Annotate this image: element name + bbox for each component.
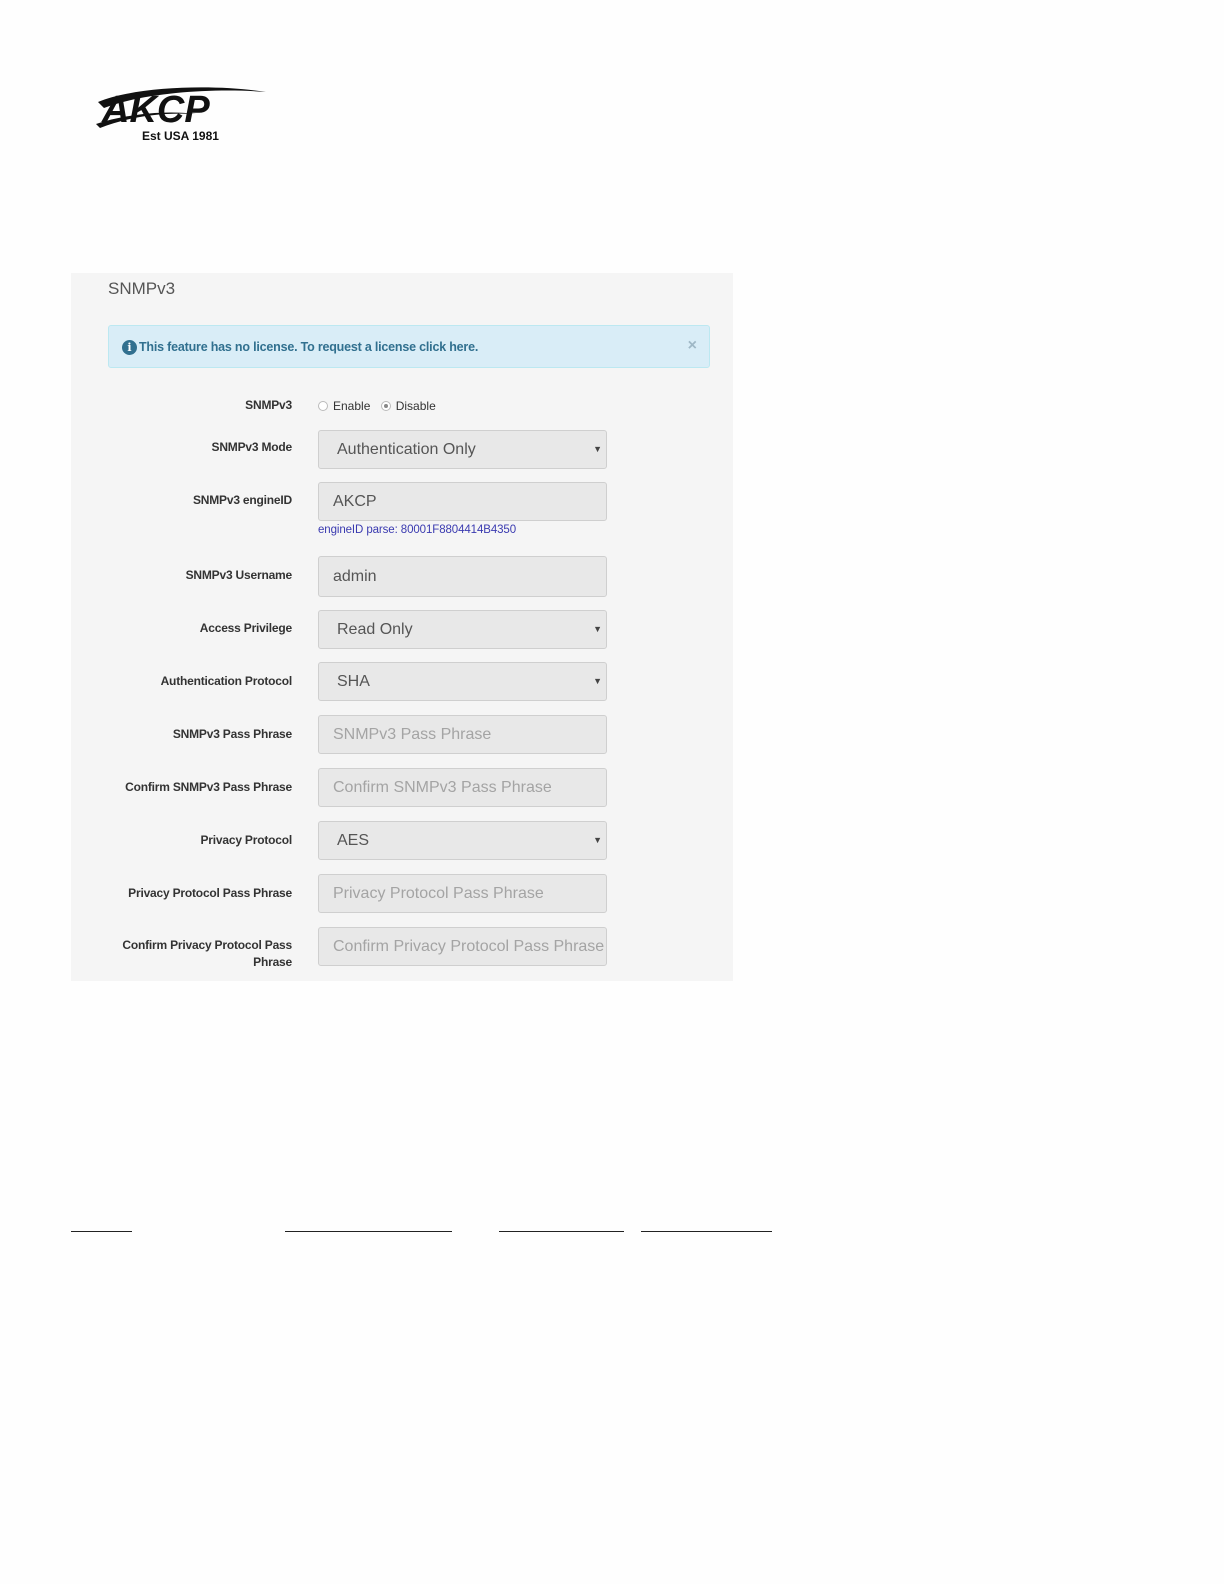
panel-title: SNMPv3 [108, 279, 176, 298]
confirm-pass-phrase-placeholder: Confirm SNMPv3 Pass Phrase [333, 779, 552, 796]
chevron-down-icon: ▼ [593, 835, 602, 845]
snmpv3-radio-group: Enable Disable [318, 398, 443, 415]
disable-label: Disable [395, 399, 436, 413]
privacy-pass-phrase-label: Privacy Protocol Pass Phrase [128, 886, 292, 900]
pass-phrase-placeholder: SNMPv3 Pass Phrase [333, 726, 492, 743]
underline-rule-4 [641, 1231, 772, 1232]
underline-rule-3 [499, 1231, 624, 1232]
pass-phrase-input[interactable]: SNMPv3 Pass Phrase [318, 715, 607, 754]
access-privilege-value: Read Only [337, 621, 413, 638]
disable-radio-option[interactable]: Disable [380, 398, 436, 415]
enable-radio-option[interactable]: Enable [318, 398, 370, 415]
privacy-protocol-value: AES [337, 832, 370, 849]
auth-protocol-select[interactable]: SHA ▼ [318, 662, 607, 701]
engine-id-value: AKCP [333, 493, 377, 510]
enable-label: Enable [333, 399, 371, 413]
confirm-privacy-pass-phrase-input[interactable]: Confirm Privacy Protocol Pass Phrase [318, 927, 607, 966]
snmpv3-label: SNMPv3 [245, 398, 292, 412]
engine-id-input[interactable]: AKCP [318, 482, 607, 521]
access-privilege-label: Access Privilege [199, 621, 292, 635]
confirm-privacy-pass-phrase-label-line2: Phrase [253, 955, 292, 969]
access-privilege-select[interactable]: Read Only ▼ [318, 610, 607, 649]
snmpv3-mode-value: Authentication Only [337, 441, 476, 458]
close-icon[interactable]: × [688, 337, 697, 355]
chevron-down-icon: ▼ [593, 444, 602, 454]
chevron-down-icon: ▼ [593, 676, 602, 686]
auth-protocol-value: SHA [337, 673, 370, 690]
confirm-pass-phrase-label: Confirm SNMPv3 Pass Phrase [125, 780, 292, 794]
privacy-pass-phrase-input[interactable]: Privacy Protocol Pass Phrase [318, 874, 607, 913]
underline-rule-2 [285, 1231, 452, 1232]
akcp-logo: AKCP Est USA 1981 [96, 84, 268, 146]
confirm-privacy-pass-phrase-label-line1: Confirm Privacy Protocol Pass [122, 938, 292, 952]
confirm-privacy-pass-phrase-placeholder: Confirm Privacy Protocol Pass Phrase [333, 938, 605, 955]
svg-text:AKCP: AKCP [101, 89, 210, 131]
privacy-protocol-label: Privacy Protocol [200, 833, 292, 847]
username-value: admin [333, 568, 377, 585]
license-alert: i This feature has no license. To reques… [108, 325, 710, 368]
snmpv3-mode-label: SNMPv3 Mode [211, 440, 293, 454]
chevron-down-icon: ▼ [593, 624, 602, 634]
privacy-pass-phrase-placeholder: Privacy Protocol Pass Phrase [333, 885, 544, 902]
auth-protocol-label: Authentication Protocol [160, 674, 293, 688]
enable-radio[interactable] [318, 401, 328, 411]
confirm-privacy-pass-phrase-label: Confirm Privacy Protocol Pass Phrase [82, 937, 292, 971]
snmpv3-panel: SNMPv3 i This feature has no license. To… [71, 273, 733, 981]
disable-radio[interactable] [380, 401, 391, 411]
pass-phrase-label: SNMPv3 Pass Phrase [172, 727, 292, 741]
underline-rule-1 [71, 1231, 132, 1232]
engine-id-label: SNMPv3 engineID [192, 493, 292, 507]
snmpv3-mode-select[interactable]: Authentication Only ▼ [318, 430, 607, 469]
username-label: SNMPv3 Username [185, 568, 293, 582]
privacy-protocol-select[interactable]: AES ▼ [318, 821, 607, 860]
svg-text:Est USA 1981: Est USA 1981 [142, 129, 219, 143]
info-icon: i [122, 340, 137, 355]
license-alert-message[interactable]: This feature has no license. To request … [139, 340, 478, 354]
username-input[interactable]: admin [318, 556, 607, 597]
confirm-pass-phrase-input[interactable]: Confirm SNMPv3 Pass Phrase [318, 768, 607, 807]
engine-id-parse-hint: engineID parse: 80001F8804414B4350 [318, 524, 517, 536]
